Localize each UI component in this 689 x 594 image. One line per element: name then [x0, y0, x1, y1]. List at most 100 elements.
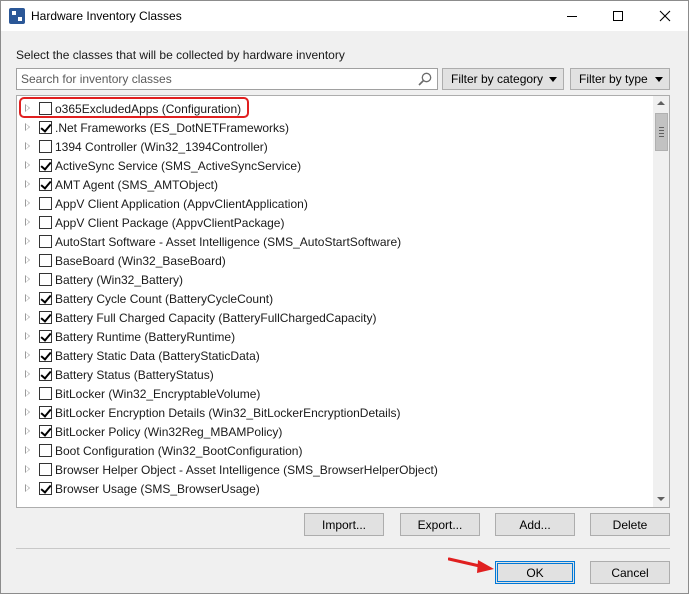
class-checkbox[interactable] [39, 292, 52, 305]
search-box[interactable] [16, 68, 438, 90]
class-label: Browser Usage (SMS_BrowserUsage) [55, 482, 260, 496]
expand-arrow-icon[interactable] [25, 180, 30, 188]
minimize-button[interactable] [549, 1, 595, 31]
class-checkbox[interactable] [39, 406, 52, 419]
class-row[interactable]: Battery Runtime (BatteryRuntime) [17, 327, 653, 346]
class-label: Battery Runtime (BatteryRuntime) [55, 330, 236, 344]
minimize-icon [567, 15, 577, 17]
expand-arrow-icon[interactable] [25, 275, 30, 283]
inventory-classes-list[interactable]: o365ExcludedApps (Configuration) .Net Fra… [16, 95, 670, 508]
class-checkbox[interactable] [39, 387, 52, 400]
expand-arrow-icon[interactable] [25, 294, 30, 302]
class-checkbox[interactable] [39, 444, 52, 457]
scroll-down-icon[interactable] [657, 497, 665, 501]
expand-arrow-icon[interactable] [25, 161, 30, 169]
chevron-down-icon [549, 77, 557, 82]
class-checkbox[interactable] [39, 425, 52, 438]
expand-arrow-icon[interactable] [25, 408, 30, 416]
class-row[interactable]: BitLocker (Win32_EncryptableVolume) [17, 384, 653, 403]
class-row[interactable]: AppV Client Application (AppvClientAppli… [17, 194, 653, 213]
class-checkbox[interactable] [39, 349, 52, 362]
expand-arrow-icon[interactable] [25, 427, 30, 435]
class-row[interactable]: Battery Static Data (BatteryStaticData) [17, 346, 653, 365]
expand-arrow-icon[interactable] [25, 256, 30, 264]
add-button[interactable]: Add... [495, 513, 575, 536]
class-row[interactable]: Battery Status (BatteryStatus) [17, 365, 653, 384]
class-checkbox[interactable] [39, 463, 52, 476]
class-row[interactable]: .Net Frameworks (ES_DotNETFrameworks) [17, 118, 653, 137]
expand-arrow-icon[interactable] [25, 123, 30, 131]
maximize-icon [613, 11, 623, 21]
expand-arrow-icon[interactable] [25, 446, 30, 454]
cancel-button[interactable]: Cancel [590, 561, 670, 584]
class-row[interactable]: AutoStart Software - Asset Intelligence … [17, 232, 653, 251]
class-row[interactable]: BitLocker Policy (Win32Reg_MBAMPolicy) [17, 422, 653, 441]
class-checkbox[interactable] [39, 178, 52, 191]
class-row[interactable]: AppV Client Package (AppvClientPackage) [17, 213, 653, 232]
maximize-button[interactable] [595, 1, 641, 31]
class-row[interactable]: ActiveSync Service (SMS_ActiveSyncServic… [17, 156, 653, 175]
grip-line [659, 133, 664, 134]
class-checkbox[interactable] [39, 482, 52, 495]
class-row[interactable]: Battery Cycle Count (BatteryCycleCount) [17, 289, 653, 308]
class-checkbox[interactable] [39, 235, 52, 248]
delete-button[interactable]: Delete [590, 513, 670, 536]
class-row[interactable]: Browser Helper Object - Asset Intelligen… [17, 460, 653, 479]
class-label: Battery Status (BatteryStatus) [55, 368, 214, 382]
expand-arrow-icon[interactable] [25, 351, 30, 359]
class-row[interactable]: 1394 Controller (Win32_1394Controller) [17, 137, 653, 156]
class-checkbox[interactable] [39, 311, 52, 324]
class-row[interactable]: Battery Full Charged Capacity (BatteryFu… [17, 308, 653, 327]
class-label: Boot Configuration (Win32_BootConfigurat… [55, 444, 303, 458]
class-label: BaseBoard (Win32_BaseBoard) [55, 254, 226, 268]
grip-line [659, 130, 664, 131]
search-input[interactable] [17, 69, 407, 89]
class-label: AutoStart Software - Asset Intelligence … [55, 235, 402, 249]
search-icon[interactable] [417, 71, 433, 87]
expand-arrow-icon[interactable] [25, 237, 30, 245]
class-checkbox[interactable] [39, 159, 52, 172]
class-label: Browser Helper Object - Asset Intelligen… [55, 463, 438, 477]
expand-arrow-icon[interactable] [25, 389, 30, 397]
class-label: BitLocker Encryption Details (Win32_BitL… [55, 406, 401, 420]
class-checkbox[interactable] [39, 197, 52, 210]
scroll-up-icon[interactable] [657, 101, 665, 105]
expand-arrow-icon[interactable] [25, 199, 30, 207]
class-checkbox[interactable] [39, 368, 52, 381]
class-row[interactable]: Battery (Win32_Battery) [17, 270, 653, 289]
class-row[interactable]: BaseBoard (Win32_BaseBoard) [17, 251, 653, 270]
class-row[interactable]: AMT Agent (SMS_AMTObject) [17, 175, 653, 194]
class-label: Battery Cycle Count (BatteryCycleCount) [55, 292, 274, 306]
class-row[interactable]: Browser Usage (SMS_BrowserUsage) [17, 479, 653, 498]
vertical-scrollbar[interactable] [653, 96, 669, 507]
class-checkbox[interactable] [39, 216, 52, 229]
close-button[interactable] [642, 1, 688, 31]
class-row[interactable]: BitLocker Encryption Details (Win32_BitL… [17, 403, 653, 422]
red-arrow-annotation [448, 557, 494, 573]
highlight-annotation [19, 97, 249, 118]
expand-arrow-icon[interactable] [25, 332, 30, 340]
app-icon [9, 8, 25, 24]
expand-arrow-icon[interactable] [25, 370, 30, 378]
class-checkbox[interactable] [39, 254, 52, 267]
filter-by-type-label: Filter by type [579, 72, 648, 86]
expand-arrow-icon[interactable] [25, 484, 30, 492]
filter-by-type-dropdown[interactable]: Filter by type [570, 68, 670, 90]
expand-arrow-icon[interactable] [25, 313, 30, 321]
class-checkbox[interactable] [39, 330, 52, 343]
class-checkbox[interactable] [39, 273, 52, 286]
class-label: ActiveSync Service (SMS_ActiveSyncServic… [55, 159, 302, 173]
divider [16, 548, 670, 549]
class-checkbox[interactable] [39, 121, 52, 134]
expand-arrow-icon[interactable] [25, 465, 30, 473]
class-checkbox[interactable] [39, 140, 52, 153]
expand-arrow-icon[interactable] [25, 142, 30, 150]
ok-button[interactable]: OK [495, 561, 575, 584]
expand-arrow-icon[interactable] [25, 218, 30, 226]
export-button[interactable]: Export... [400, 513, 480, 536]
window-title: Hardware Inventory Classes [31, 9, 182, 23]
class-row[interactable]: Boot Configuration (Win32_BootConfigurat… [17, 441, 653, 460]
filter-by-category-dropdown[interactable]: Filter by category [442, 68, 564, 90]
import-button[interactable]: Import... [304, 513, 384, 536]
scrollbar-thumb[interactable] [655, 113, 668, 151]
